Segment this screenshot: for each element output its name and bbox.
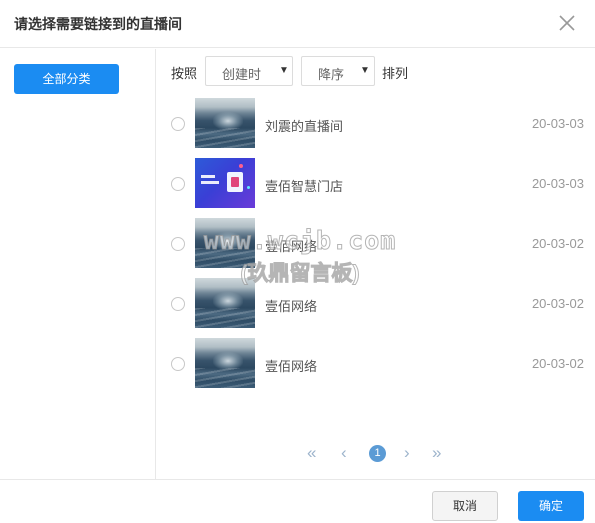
double-chevron-left-icon: « — [307, 443, 317, 462]
sort-suffix-label: 排列 — [382, 66, 409, 81]
room-name: 壹佰网络 — [265, 359, 318, 374]
current-page-button[interactable]: 1 — [369, 445, 386, 462]
radio-button[interactable] — [171, 237, 185, 251]
room-date: 20-03-02 — [531, 356, 584, 371]
list-item[interactable]: 壹佰智慧门店 20-03-03 — [156, 158, 595, 208]
room-name: 壹佰智慧门店 — [265, 179, 344, 194]
list-item[interactable]: 壹佰网络 20-03-02 — [156, 338, 595, 388]
radio-button[interactable] — [171, 177, 185, 191]
sort-order-select[interactable]: 降序 ▼ — [301, 56, 375, 86]
radio-button[interactable] — [171, 117, 185, 131]
poster-text-decoration — [201, 175, 215, 178]
sort-prefix-label: 按照 — [171, 66, 198, 81]
room-name: 壹佰网络 — [265, 299, 318, 314]
room-thumbnail — [195, 98, 255, 148]
radio-button[interactable] — [171, 357, 185, 371]
close-icon[interactable] — [556, 12, 578, 34]
category-sidebar: 全部分类 — [0, 49, 156, 479]
room-date: 20-03-02 — [531, 296, 584, 311]
chevron-left-icon: ‹ — [341, 443, 347, 462]
room-name: 壹佰网络 — [265, 239, 318, 254]
double-chevron-right-icon: » — [432, 443, 442, 462]
chevron-right-icon: › — [404, 443, 410, 462]
list-item[interactable]: 壹佰网络 20-03-02 — [156, 218, 595, 268]
monitor-icon — [227, 172, 243, 192]
sort-order-value: 降序 — [318, 67, 345, 82]
chevron-down-icon: ▼ — [360, 65, 370, 76]
poster-text-decoration — [201, 181, 219, 184]
decoration-dot — [239, 164, 243, 168]
cancel-button[interactable]: 取消 — [432, 491, 498, 521]
all-categories-button[interactable]: 全部分类 — [14, 64, 119, 94]
room-date: 20-03-02 — [531, 236, 584, 251]
dialog-footer: 取消 确定 — [0, 479, 595, 523]
room-thumbnail — [195, 278, 255, 328]
dialog-title: 请选择需要链接到的直播间 — [14, 16, 182, 32]
list-item[interactable]: 刘震的直播间 20-03-03 — [156, 98, 595, 148]
room-name: 刘震的直播间 — [265, 119, 344, 134]
room-thumbnail — [195, 338, 255, 388]
room-thumbnail — [195, 218, 255, 268]
confirm-button[interactable]: 确定 — [518, 491, 584, 521]
room-date: 20-03-03 — [531, 116, 584, 131]
radio-button[interactable] — [171, 297, 185, 311]
chevron-down-icon: ▼ — [279, 65, 289, 76]
dialog-header: 请选择需要链接到的直播间 — [0, 0, 595, 48]
list-item[interactable]: 壹佰网络 20-03-02 — [156, 278, 595, 328]
sort-field-value: 创建时 — [222, 67, 262, 82]
room-date: 20-03-03 — [531, 176, 584, 191]
decoration-dot — [247, 186, 250, 189]
room-thumbnail — [195, 158, 255, 208]
sort-field-select[interactable]: 创建时 ▼ — [205, 56, 293, 86]
